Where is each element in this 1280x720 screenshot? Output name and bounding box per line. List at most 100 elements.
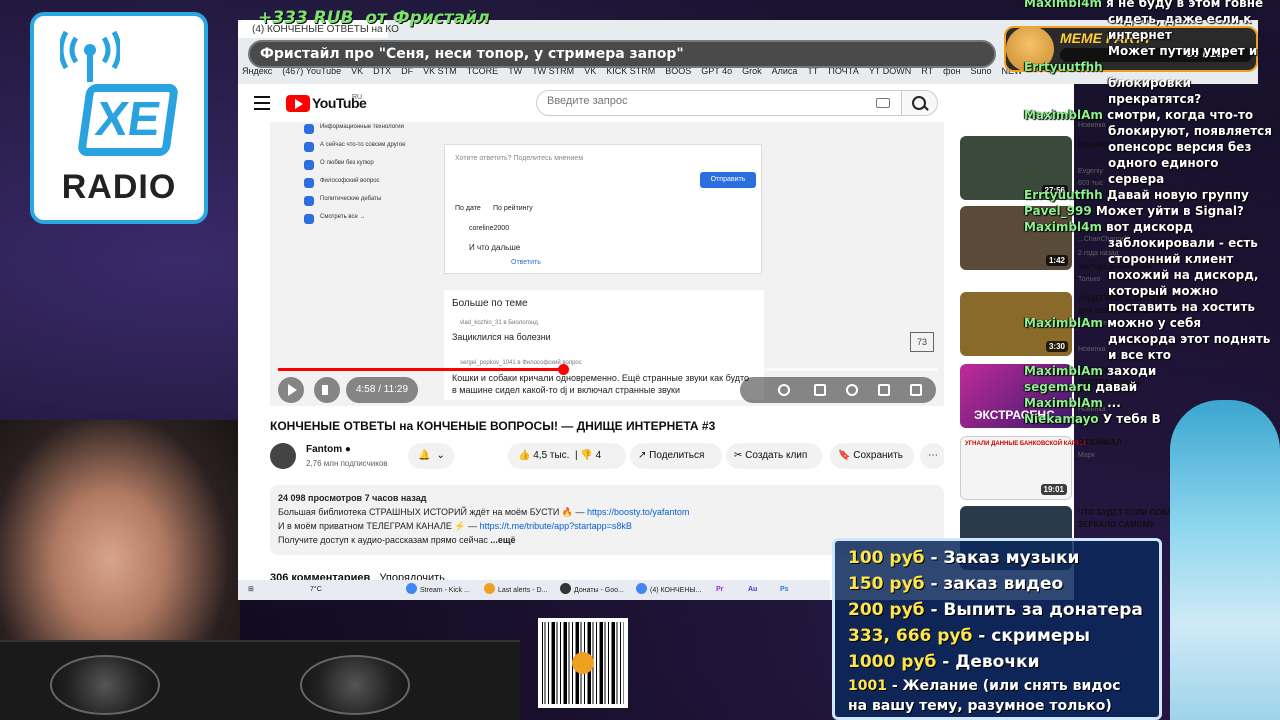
search-button[interactable] bbox=[902, 90, 938, 116]
taskbar-item-donations[interactable]: Донаты - Goo... bbox=[560, 583, 624, 597]
rec-title-5[interactable]: Я ПОЙМАЛ bbox=[1078, 438, 1122, 447]
video-menu-item: Философский вопрос bbox=[300, 178, 440, 196]
boosty-link[interactable]: https://boosty.to/yafantom bbox=[587, 507, 689, 517]
subtitles-icon[interactable] bbox=[814, 384, 826, 396]
chat-text: ... bbox=[1107, 396, 1121, 410]
video-menu-item: Информационные технологии bbox=[300, 124, 440, 142]
video-menu-item: О любви без купюр bbox=[300, 160, 440, 178]
description-line-2: И в моём приватном ТЕЛЕГРАМ КАНАЛЕ ⚡ — h… bbox=[278, 521, 632, 531]
chat-username: MaximblAm bbox=[1024, 316, 1103, 330]
rec-title-6[interactable]: ЧТО БУДЕТ ЕСЛИ ПОКА bbox=[1078, 508, 1172, 517]
video-submit-button: Отправить bbox=[700, 172, 756, 188]
antenna-icon bbox=[60, 30, 120, 82]
fullscreen-icon[interactable] bbox=[910, 384, 922, 396]
video-title: КОНЧЕНЫЕ ОТВЕТЫ на КОНЧЕНЫЕ ВОПРОСЫ! — Д… bbox=[270, 419, 716, 433]
chat-text: блокируют, появляется bbox=[1108, 124, 1272, 138]
chat-text: можно у себя bbox=[1107, 316, 1202, 330]
chat-username: Pavel_999 bbox=[1024, 204, 1092, 218]
anime-avatar bbox=[1170, 400, 1280, 720]
chat-text: Может путин умрет и bbox=[1108, 44, 1258, 58]
chat-username: MaximblAm bbox=[1024, 396, 1103, 410]
chat-message: MaximblAm ... bbox=[1024, 396, 1121, 410]
keyboard-icon[interactable] bbox=[876, 98, 890, 108]
menu-icon[interactable] bbox=[254, 96, 270, 110]
premiere-icon[interactable]: Pr bbox=[716, 583, 723, 597]
donation-price-line: 200 руб - Выпить за донатера bbox=[848, 600, 1143, 620]
chat-text: сидеть, даже если к bbox=[1108, 12, 1252, 26]
subscriber-count: 2,76 млн подписчиков bbox=[306, 459, 388, 468]
share-button[interactable]: ↗ Поделиться bbox=[630, 443, 722, 469]
notification-bell-button[interactable]: 🔔 ⌄ bbox=[408, 443, 454, 469]
weather-widget[interactable]: 7°C bbox=[310, 583, 322, 597]
chat-message: похожий на дискорд, bbox=[1108, 268, 1258, 282]
chat-text: поставить на хостить bbox=[1108, 300, 1255, 314]
rec-title-6b[interactable]: ЗЕРКАЛО САМОМУ bbox=[1078, 520, 1154, 529]
chat-message: Pavel_999 Может уйти в Signal? bbox=[1024, 204, 1244, 218]
save-button[interactable]: 🔖 Сохранить bbox=[830, 443, 914, 469]
more-question: Зациклился на болезни bbox=[452, 332, 551, 342]
chat-username: Niekamayo bbox=[1024, 412, 1099, 426]
category-icon bbox=[304, 124, 314, 134]
chat-overlay: Maximbl4m я не буду в этом говне сидеть, … bbox=[1024, 0, 1280, 436]
settings-icon[interactable] bbox=[846, 384, 858, 396]
chat-text: У тебя В bbox=[1102, 412, 1161, 426]
reply-placeholder: Хотите ответить? Поделитесь мнением bbox=[455, 155, 584, 162]
like-icon: 👍 bbox=[518, 450, 531, 461]
rec-thumbnail-5[interactable]: УГНАЛИ ДАННЫЕ БАНКОВСКОЙ КАРТЫ 19:01 bbox=[960, 436, 1085, 500]
video-menu-item: А сейчас что-то совсем другое bbox=[300, 142, 440, 160]
category-icon bbox=[304, 178, 314, 188]
comment-user: coreline2000 bbox=[469, 225, 510, 232]
chat-text: похожий на дискорд, bbox=[1108, 268, 1259, 282]
video-more-card: Больше по теме vlad_kozhin_31 в Биологон… bbox=[444, 290, 764, 400]
logo-xe-text: XE bbox=[76, 84, 180, 156]
chat-text: смотри, когда что-то bbox=[1107, 108, 1254, 122]
video-comment-card: Хотите ответить? Поделитесь мнением По д… bbox=[444, 144, 762, 274]
category-icon bbox=[304, 214, 314, 224]
donation-price-line: на вашу тему, разумное только) bbox=[848, 698, 1112, 714]
chat-text: заходи bbox=[1107, 364, 1157, 378]
volume-button[interactable] bbox=[314, 377, 340, 403]
chat-message: опенсорс версия без bbox=[1108, 140, 1251, 154]
region-label: RU bbox=[352, 94, 363, 101]
share-icon: ↗ bbox=[638, 450, 647, 461]
donation-price-line: 333, 666 руб - скримеры bbox=[848, 626, 1090, 646]
pause-icon[interactable] bbox=[778, 384, 790, 396]
taskbar-item-kick[interactable]: Stream - Kick ... bbox=[406, 583, 470, 597]
donationalerts-logo-icon bbox=[572, 652, 594, 674]
channel-name[interactable]: Fantom ● bbox=[306, 444, 351, 455]
rec-channel-5: Марк bbox=[1078, 452, 1095, 459]
chat-message: заблокировали - есть bbox=[1108, 236, 1258, 250]
taskbar-item-youtube[interactable]: (4) КОНЧЕНЫ... bbox=[636, 583, 701, 597]
show-more-link[interactable]: ...ещё bbox=[490, 535, 515, 545]
like-dislike-group[interactable]: 👍 4,5 тыс. | 👎 4 bbox=[508, 443, 626, 469]
miniplayer-icon[interactable] bbox=[878, 384, 890, 396]
play-button[interactable] bbox=[278, 377, 304, 403]
telegram-link[interactable]: https://t.me/tribute/app?startapp=s8kB bbox=[480, 521, 632, 531]
progress-scrubber[interactable] bbox=[558, 364, 569, 375]
taskbar-item-alerts[interactable]: Last alerts - D... bbox=[484, 583, 547, 597]
photoshop-icon[interactable]: Ps bbox=[780, 583, 789, 597]
search-box[interactable] bbox=[536, 90, 902, 116]
channel-watermark[interactable]: 73 bbox=[910, 332, 934, 352]
category-icon bbox=[304, 196, 314, 206]
alert-text: Фристайл про "Сеня, неси топор, у стриме… bbox=[260, 46, 684, 62]
chat-message: Может путин умрет и bbox=[1108, 44, 1257, 58]
youtube-logo-icon[interactable] bbox=[286, 95, 310, 112]
chat-text: сторонний клиент bbox=[1108, 252, 1234, 266]
chat-message: блокировки bbox=[1108, 76, 1191, 90]
bookmark-icon: 🔖 bbox=[838, 450, 851, 461]
like-count: 4,5 тыс. bbox=[533, 450, 570, 461]
channel-avatar[interactable] bbox=[270, 443, 296, 469]
more-actions-button[interactable]: ⋯ bbox=[920, 443, 946, 469]
chat-username: Maximbl4m bbox=[1024, 220, 1102, 234]
chat-text: вот дискорд bbox=[1106, 220, 1193, 234]
sort-date: По дате bbox=[455, 205, 481, 212]
chat-message: Errtyuutfhh Давай новую группу bbox=[1024, 188, 1249, 202]
search-input[interactable] bbox=[547, 95, 867, 107]
create-clip-button[interactable]: ✂ Создать клип bbox=[726, 443, 822, 469]
start-icon[interactable]: ⊞ bbox=[248, 583, 254, 597]
audition-icon[interactable]: Au bbox=[748, 583, 757, 597]
dislike-count: 4 bbox=[595, 450, 602, 461]
chat-message: сидеть, даже если к bbox=[1108, 12, 1251, 26]
video-left-menu: Информационные технологии А сейчас что-то… bbox=[300, 124, 440, 254]
